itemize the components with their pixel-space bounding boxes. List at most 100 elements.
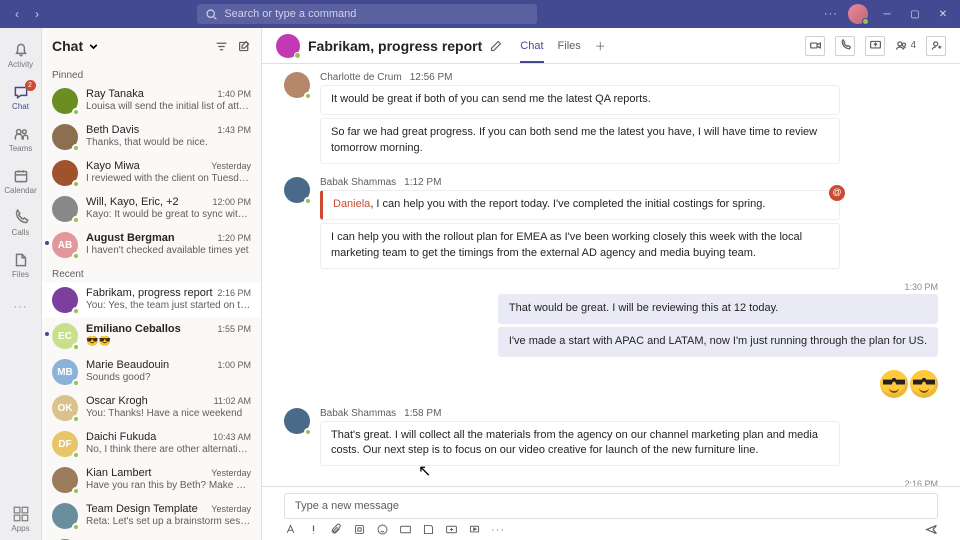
- rail-apps[interactable]: Apps: [0, 498, 42, 540]
- send-button[interactable]: [925, 523, 938, 536]
- rail-item-activity[interactable]: Activity: [0, 34, 42, 76]
- chat-item[interactable]: ECEmiliano Ceballos1:55 PM😎😎: [42, 318, 261, 354]
- nav-back[interactable]: ‹: [8, 5, 26, 23]
- avatar: [52, 287, 78, 313]
- chat-item[interactable]: ABAugust Bergman1:20 PMI haven't checked…: [42, 227, 261, 263]
- chat-time: Yesterday: [211, 468, 251, 478]
- message-author: Babak Shammas: [320, 408, 396, 419]
- tab-files[interactable]: Files: [558, 28, 581, 63]
- chat-item[interactable]: DFDaichi Fukuda10:43 AMNo, I think there…: [42, 426, 261, 462]
- app-rail: ActivityChat2TeamsCalendarCallsFiles ···…: [0, 28, 42, 540]
- more-compose-icon[interactable]: ···: [491, 524, 505, 536]
- loop-icon[interactable]: [353, 523, 366, 536]
- message-time: 1:30 PM: [498, 282, 938, 292]
- audio-call-button[interactable]: [835, 36, 855, 56]
- chat-name: Marie Beaudouin: [86, 359, 213, 371]
- rail-item-calendar[interactable]: Calendar: [0, 160, 42, 202]
- close-button[interactable]: ✕: [934, 5, 952, 23]
- tab-add[interactable]: ＋: [595, 28, 606, 63]
- meet-now-icon[interactable]: [445, 523, 458, 536]
- compose-input[interactable]: Type a new message: [284, 493, 938, 519]
- maximize-button[interactable]: ▢: [906, 5, 924, 23]
- stream-icon[interactable]: [468, 523, 481, 536]
- message-author: Charlotte de Crum: [320, 72, 402, 83]
- chat-name: August Bergman: [86, 232, 213, 244]
- chat-name: Kian Lambert: [86, 467, 207, 479]
- rail-item-files[interactable]: Files: [0, 244, 42, 286]
- chat-time: 1:00 PM: [217, 360, 251, 370]
- attach-icon[interactable]: [330, 523, 343, 536]
- badge: 2: [25, 80, 36, 91]
- gif-icon[interactable]: [399, 523, 412, 536]
- cool-emoji[interactable]: [880, 370, 908, 398]
- share-screen-button[interactable]: [865, 36, 885, 56]
- compose-area: Type a new message ···: [262, 486, 960, 540]
- chat-item[interactable]: ReviewersYesterdayEric: It would be grea…: [42, 534, 261, 540]
- chat-preview: Kayo: It would be great to sync with…: [86, 209, 251, 220]
- teams-icon: [12, 125, 30, 143]
- chat-time: 2:16 PM: [217, 288, 251, 298]
- minimize-button[interactable]: ─: [878, 5, 896, 23]
- emoji-icon[interactable]: [376, 523, 389, 536]
- chat-preview: Have you ran this by Beth? Make sure she…: [86, 480, 251, 491]
- pinned-section-label: Pinned: [42, 64, 261, 83]
- chat-item[interactable]: Will, Kayo, Eric, +212:00 PMKayo: It wou…: [42, 191, 261, 227]
- format-icon[interactable]: [284, 523, 297, 536]
- chat-name: Will, Kayo, Eric, +2: [86, 196, 208, 208]
- chat-preview: No, I think there are other alternatives…: [86, 444, 251, 455]
- rail-item-teams[interactable]: Teams: [0, 118, 42, 160]
- chat-item[interactable]: Fabrikam, progress report2:16 PMYou: Yes…: [42, 282, 261, 318]
- nav-forward[interactable]: ›: [28, 5, 46, 23]
- avatar: [52, 124, 78, 150]
- message-bubble[interactable]: I've made a start with APAC and LATAM, n…: [498, 327, 938, 357]
- chat-item[interactable]: Team Design TemplateYesterdayReta: Let's…: [42, 498, 261, 534]
- reactions: [284, 370, 938, 398]
- chat-item[interactable]: OKOscar Krogh11:02 AMYou: Thanks! Have a…: [42, 390, 261, 426]
- tab-chat[interactable]: Chat: [520, 28, 543, 63]
- avatar: [52, 160, 78, 186]
- search-box[interactable]: Search or type a command: [197, 4, 537, 24]
- message: Charlotte de Crum12:56 PMIt would be gre…: [284, 72, 938, 167]
- user-avatar[interactable]: [848, 4, 868, 24]
- chevron-down-icon[interactable]: [87, 40, 100, 53]
- message-bubble[interactable]: @Daniela, I can help you with the report…: [320, 190, 840, 220]
- message: 2:16 PMYes, the team just started on tha…: [284, 479, 938, 486]
- titlebar: ‹ › Search or type a command ··· ─ ▢ ✕: [0, 0, 960, 28]
- chat-time: 11:02 AM: [214, 396, 251, 406]
- chat-name: Team Design Template: [86, 503, 207, 515]
- rail-item-chat[interactable]: Chat2: [0, 76, 42, 118]
- search-icon: [205, 8, 218, 21]
- search-placeholder: Search or type a command: [224, 8, 356, 20]
- video-call-button[interactable]: [805, 36, 825, 56]
- message-time: 2:16 PM: [425, 479, 938, 486]
- filter-icon[interactable]: [215, 40, 228, 53]
- add-people-button[interactable]: [926, 36, 946, 56]
- cool-emoji[interactable]: [910, 370, 938, 398]
- chat-item[interactable]: Ray Tanaka1:40 PMLouisa will send the in…: [42, 83, 261, 119]
- avatar: MB: [52, 359, 78, 385]
- chat-item[interactable]: MBMarie Beaudouin1:00 PMSounds good?: [42, 354, 261, 390]
- rail-item-calls[interactable]: Calls: [0, 202, 42, 244]
- message-bubble[interactable]: That would be great. I will be reviewing…: [498, 294, 938, 324]
- more-icon[interactable]: ···: [824, 8, 838, 20]
- rail-ellipsis[interactable]: ···: [0, 286, 42, 328]
- participants-button[interactable]: 4: [895, 39, 916, 52]
- chat-item[interactable]: Beth Davis1:43 PMThanks, that would be n…: [42, 119, 261, 155]
- chat-name: Emiliano Ceballos: [86, 323, 213, 335]
- message-bubble[interactable]: I can help you with the rollout plan for…: [320, 223, 840, 269]
- message-bubble[interactable]: It would be great if both of you can sen…: [320, 85, 840, 115]
- chat-item[interactable]: Kian Lambert Yesterday Have you ran this b…: [42, 462, 261, 498]
- chat-preview: Louisa will send the initial list of att…: [86, 101, 251, 112]
- avatar: [52, 196, 78, 222]
- edit-title-icon[interactable]: [490, 40, 502, 52]
- avatar: EC: [52, 323, 78, 349]
- chat-time: 1:40 PM: [217, 89, 251, 99]
- sticker-icon[interactable]: [422, 523, 435, 536]
- chat-item[interactable]: Kayo MiwaYesterdayI reviewed with the cl…: [42, 155, 261, 191]
- recent-section-label: Recent: [42, 263, 261, 282]
- message-bubble[interactable]: That's great. I will collect all the mat…: [320, 421, 840, 467]
- message-bubble[interactable]: So far we had great progress. If you can…: [320, 118, 840, 164]
- new-chat-icon[interactable]: [238, 40, 251, 53]
- avatar: [284, 72, 310, 98]
- priority-icon[interactable]: [307, 523, 320, 536]
